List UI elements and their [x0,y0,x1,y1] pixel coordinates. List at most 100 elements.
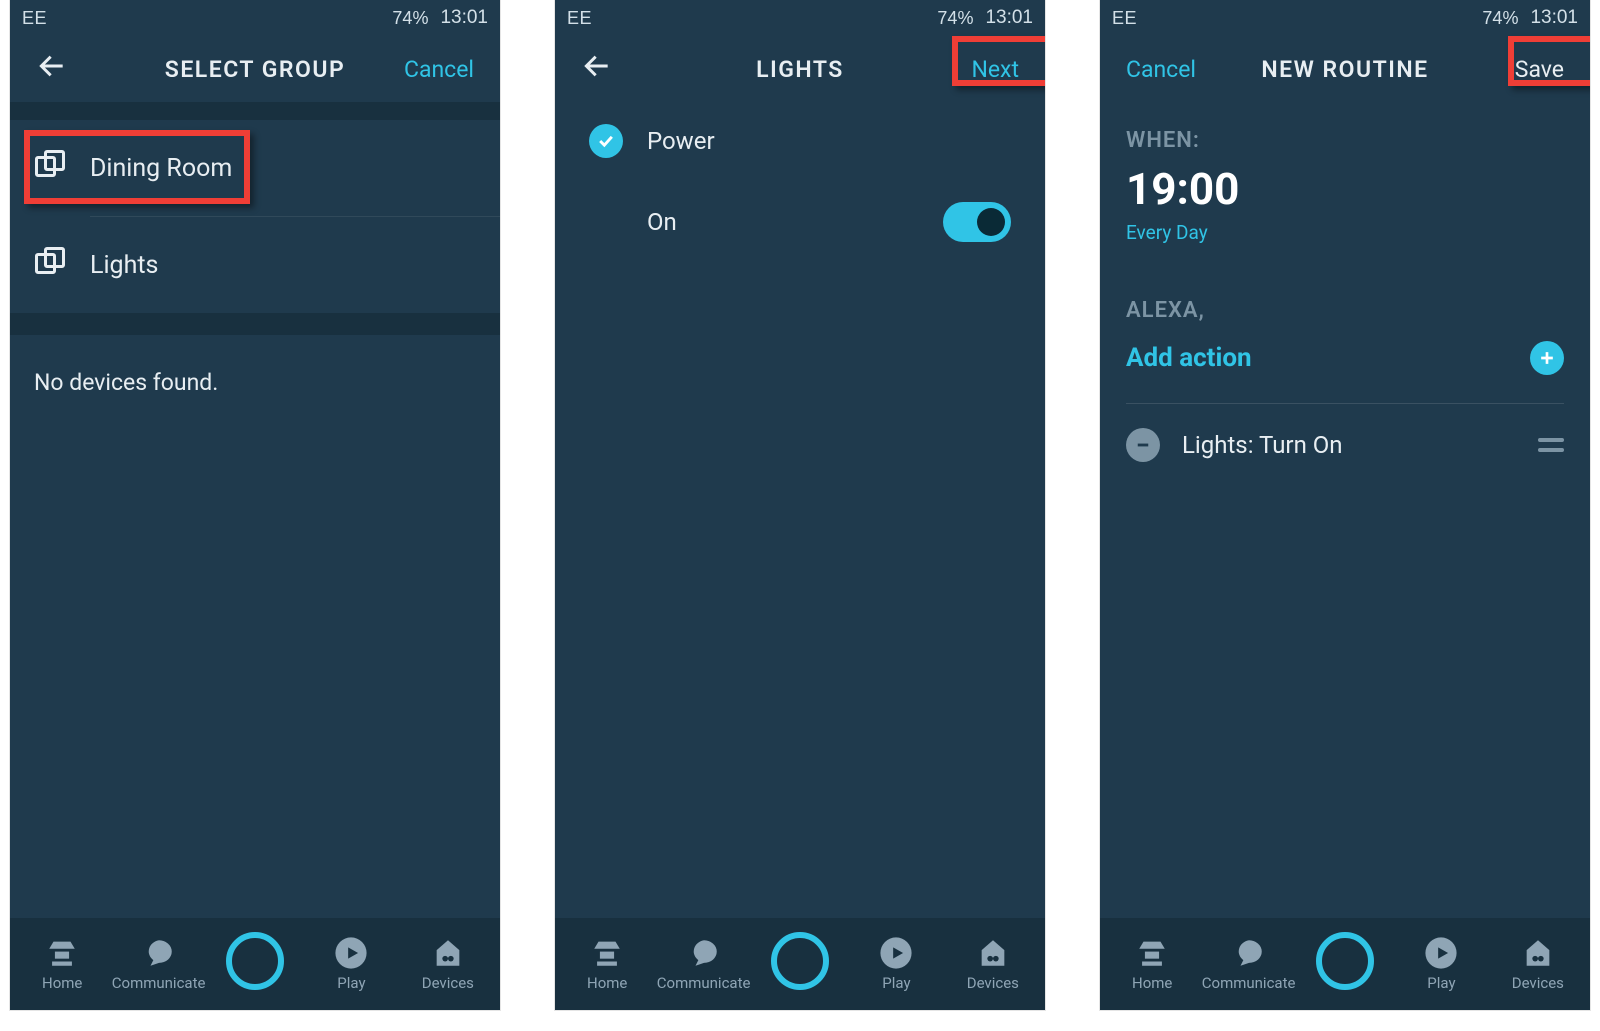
clock-time: 13:01 [440,7,488,29]
routine-recurrence: Every Day [1126,221,1564,244]
when-label: WHEN: [1126,128,1564,153]
chat-icon [1232,936,1266,970]
option-on-label: On [647,208,677,236]
content-area: WHEN: 19:00 Every Day ALEXA, Add action … [1100,102,1590,918]
nav-home[interactable]: Home [14,936,110,992]
section-divider [10,102,500,120]
alexa-section: ALEXA, [1100,268,1590,323]
no-devices-text: No devices found. [10,335,500,430]
routine-time: 19:00 [1126,163,1564,215]
nav-communicate[interactable]: Communicate [655,936,751,992]
nav-communicate[interactable]: Communicate [1200,936,1296,992]
bottom-nav: Home Communicate Play Devices [555,918,1045,1010]
back-button[interactable] [30,46,74,92]
alexa-label: ALEXA, [1126,298,1564,323]
save-button[interactable]: Save [1509,52,1570,87]
screen-select-group: EE 74% 13:01 SELECT GROUP Cancel [10,0,500,1010]
drag-handle-icon[interactable] [1538,438,1564,452]
header: SELECT GROUP Cancel [10,36,500,102]
routine-action-item[interactable]: Lights: Turn On [1100,404,1590,486]
on-toggle[interactable] [943,202,1011,242]
toggle-knob [977,208,1005,236]
status-bar: EE 74% 13:01 [1100,0,1590,36]
nav-alexa[interactable] [1297,938,1393,990]
status-bar: EE 74% 13:01 [555,0,1045,36]
screen-lights: EE 74% 13:01 LIGHTS Next [555,0,1045,1010]
content-area: Dining Room Lights No devices found. [10,102,500,918]
nav-home-label: Home [42,974,82,992]
nav-communicate-label: Communicate [1202,974,1296,992]
page-title: LIGHTS [756,56,844,83]
page-title: SELECT GROUP [165,56,345,83]
nav-home-label: Home [587,974,627,992]
when-section[interactable]: WHEN: 19:00 Every Day [1100,102,1590,244]
play-icon [879,936,913,970]
alexa-ring-icon [1316,932,1374,990]
header: LIGHTS Next [555,36,1045,102]
status-bar: EE 74% 13:01 [10,0,500,36]
screen-new-routine: EE 74% 13:01 Cancel NEW ROUTINE Save WHE… [1100,0,1590,1010]
clock-time: 13:01 [985,7,1033,29]
group-icon [32,244,68,287]
nav-devices[interactable]: Devices [945,936,1041,992]
nav-home-label: Home [1132,974,1172,992]
play-icon [334,936,368,970]
nav-play[interactable]: Play [1393,936,1489,992]
nav-devices[interactable]: Devices [400,936,496,992]
header: Cancel NEW ROUTINE Save [1100,36,1590,102]
nav-communicate[interactable]: Communicate [110,936,206,992]
play-icon [1424,936,1458,970]
carrier-label: EE [567,8,592,29]
bottom-nav: Home Communicate Play Devices [10,918,500,1010]
devices-icon [976,936,1010,970]
nav-play-label: Play [337,974,365,992]
home-icon [1135,936,1169,970]
bottom-nav: Home Communicate Play Devices [1100,918,1590,1010]
content-area: Power On [555,102,1045,918]
devices-icon [1521,936,1555,970]
nav-alexa[interactable] [752,938,848,990]
nav-home[interactable]: Home [559,936,655,992]
page-title: NEW ROUTINE [1261,56,1428,83]
nav-alexa[interactable] [207,938,303,990]
back-arrow-icon [581,50,613,82]
nav-play[interactable]: Play [303,936,399,992]
back-button[interactable] [575,46,619,92]
routine-action-label: Lights: Turn On [1182,431,1343,459]
nav-communicate-label: Communicate [112,974,206,992]
battery-pct: 74% [392,8,428,29]
home-icon [45,936,79,970]
plus-icon[interactable] [1530,341,1564,375]
option-power[interactable]: Power [555,102,1045,180]
group-icon [32,147,68,190]
group-item-lights[interactable]: Lights [10,217,500,313]
cancel-button[interactable]: Cancel [398,52,480,87]
group-item-dining-room[interactable]: Dining Room [10,120,500,216]
carrier-label: EE [1112,8,1137,29]
nav-devices-label: Devices [967,974,1019,992]
nav-play-label: Play [1427,974,1455,992]
carrier-label: EE [22,8,47,29]
nav-home[interactable]: Home [1104,936,1200,992]
option-power-label: Power [647,127,715,155]
chat-icon [142,936,176,970]
add-action-label: Add action [1126,343,1252,373]
cancel-button[interactable]: Cancel [1120,52,1202,87]
home-icon [590,936,624,970]
remove-icon[interactable] [1126,428,1160,462]
nav-devices-label: Devices [422,974,474,992]
next-button[interactable]: Next [965,52,1025,87]
option-on: On [555,180,1045,264]
nav-communicate-label: Communicate [657,974,751,992]
nav-play[interactable]: Play [848,936,944,992]
nav-devices-label: Devices [1512,974,1564,992]
nav-play-label: Play [882,974,910,992]
alexa-ring-icon [226,932,284,990]
check-icon [589,124,623,158]
chat-icon [687,936,721,970]
group-label: Dining Room [90,154,232,183]
clock-time: 13:01 [1530,7,1578,29]
nav-devices[interactable]: Devices [1490,936,1586,992]
group-label: Lights [90,251,158,280]
add-action-row[interactable]: Add action [1100,323,1590,393]
